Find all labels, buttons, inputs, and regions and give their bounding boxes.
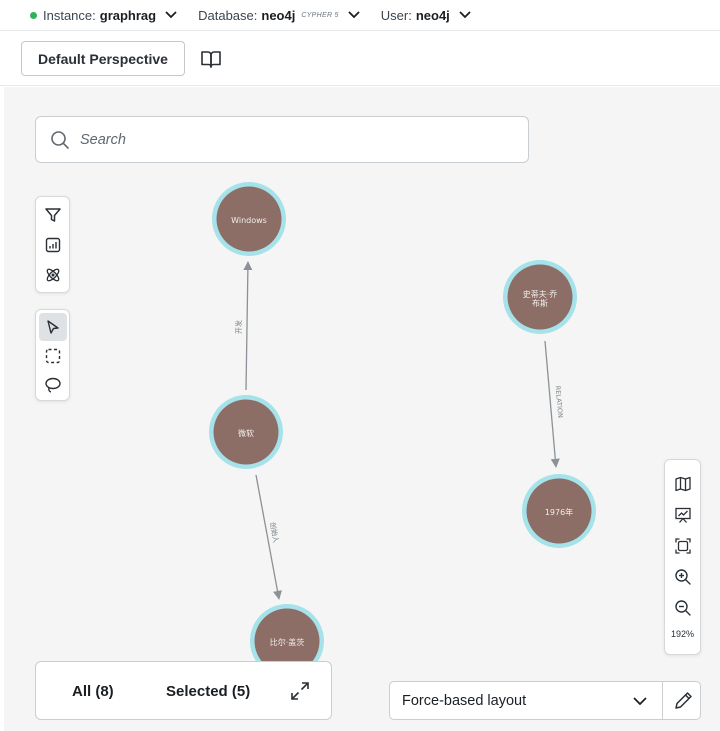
zoom-in-button[interactable]	[670, 561, 696, 592]
map-icon	[674, 476, 691, 491]
graph-node[interactable]: 微软	[209, 395, 283, 469]
zoom-in-icon	[674, 568, 691, 585]
database-label: Database:	[198, 7, 258, 23]
node-label: 1976年	[545, 507, 573, 517]
user-selector[interactable]: User: neo4j	[381, 8, 472, 23]
graph-algorithms-button[interactable]	[39, 261, 67, 289]
chevron-down-icon[interactable]	[632, 695, 648, 707]
search-bar[interactable]: Search	[35, 116, 529, 163]
filter-icon	[44, 208, 61, 222]
database-value: neo4j	[261, 7, 296, 23]
lasso-icon	[44, 377, 61, 393]
view-tools-panel: 192%	[664, 459, 701, 655]
database-selector[interactable]: Database: neo4j CYPHER 5	[198, 8, 361, 23]
lasso-select-button[interactable]	[39, 371, 67, 399]
filter-button[interactable]	[39, 201, 67, 229]
selected-results-tab[interactable]: Selected (5)	[166, 683, 250, 700]
fit-to-screen-button[interactable]	[670, 530, 696, 561]
presentation-icon	[674, 507, 691, 523]
node-label: Windows	[231, 216, 267, 225]
box-select-icon	[45, 348, 60, 364]
edge-label: 开发	[234, 320, 243, 334]
chevron-down-icon	[165, 11, 177, 19]
pointer-tool-button[interactable]	[38, 313, 67, 341]
chart-button[interactable]	[39, 231, 67, 259]
graph-node[interactable]: Windows	[212, 182, 286, 256]
connection-bar: Instance: graphrag Database: neo4j CYPHE…	[0, 0, 720, 30]
connection-status-dot	[30, 11, 37, 19]
divider	[662, 682, 663, 719]
graph-node[interactable]: 史蒂夫·乔 布斯	[503, 260, 577, 334]
node-label: 微软	[238, 428, 254, 438]
zoom-out-icon	[674, 599, 691, 616]
node-label: 比尔·盖茨	[270, 637, 305, 647]
layout-value: Force-based layout	[402, 693, 527, 709]
user-label: User:	[380, 7, 412, 23]
cypher-version-tag: CYPHER 5	[301, 11, 339, 19]
results-drawer: All (8) Selected (5)	[35, 661, 332, 720]
search-placeholder: Search	[80, 131, 126, 148]
zoom-out-button[interactable]	[670, 592, 696, 623]
perspective-button[interactable]: Default Perspective	[21, 41, 185, 76]
zoom-level: 192%	[670, 629, 695, 639]
analysis-tools-panel	[35, 196, 70, 293]
pointer-icon	[46, 320, 59, 334]
book-open-icon[interactable]	[200, 48, 222, 70]
instance-selector[interactable]: Instance: graphrag	[30, 8, 178, 23]
perspective-toolbar: Default Perspective	[0, 30, 720, 86]
layout-selector[interactable]: Force-based layout	[389, 681, 701, 720]
all-results-tab[interactable]: All (8)	[72, 683, 114, 700]
graph-node[interactable]: 1976年	[522, 474, 596, 548]
chevron-down-icon	[348, 11, 360, 19]
node-label: 布斯	[532, 298, 548, 308]
chevron-down-icon	[459, 11, 471, 19]
instance-value: graphrag	[99, 7, 157, 23]
atom-icon	[46, 268, 59, 282]
map-view-button[interactable]	[670, 468, 696, 499]
fit-screen-icon	[674, 537, 691, 554]
node-label: 史蒂夫·乔	[523, 289, 558, 299]
search-icon	[51, 130, 69, 149]
box-select-button[interactable]	[39, 342, 67, 370]
chart-icon	[45, 237, 60, 253]
instance-label: Instance:	[43, 7, 96, 23]
expand-icon[interactable]	[288, 679, 312, 703]
user-value: neo4j	[415, 7, 450, 23]
graph-canvas[interactable]	[4, 87, 720, 731]
selection-tools-panel	[35, 309, 70, 401]
pencil-icon[interactable]	[672, 690, 694, 712]
presentation-button[interactable]	[670, 499, 696, 530]
